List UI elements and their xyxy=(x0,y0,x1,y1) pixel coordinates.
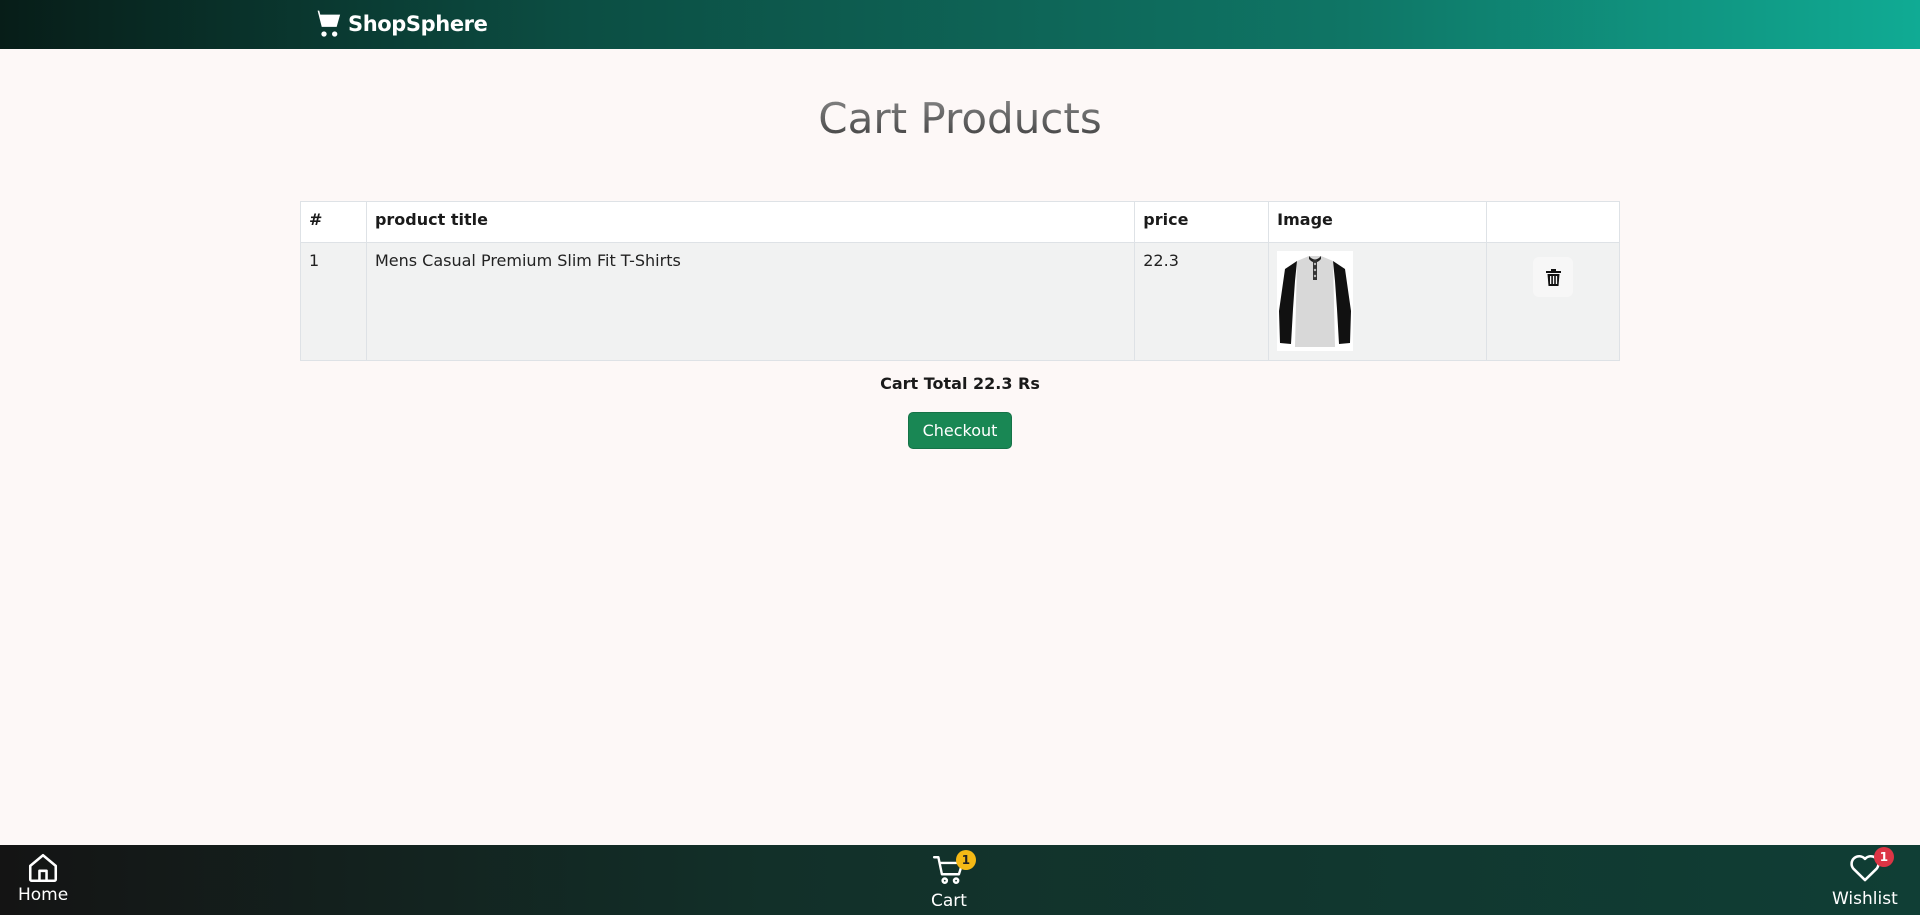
bottom-nav-home[interactable]: Home xyxy=(18,851,68,905)
delete-item-button[interactable] xyxy=(1533,257,1574,297)
wishlist-label: Wishlist xyxy=(1832,889,1898,909)
col-header-price: price xyxy=(1134,201,1270,243)
row-actions-cell xyxy=(1486,242,1620,361)
col-header-actions xyxy=(1486,201,1620,243)
page-title: Cart Products xyxy=(0,94,1920,143)
checkout-button[interactable]: Checkout xyxy=(908,412,1012,449)
bottom-navbar: Home 1 Cart 1 Wishlist xyxy=(0,845,1920,915)
bottom-nav-cart[interactable]: 1 Cart xyxy=(931,850,976,911)
row-index: 1 xyxy=(300,242,367,361)
home-icon xyxy=(29,853,58,883)
home-label: Home xyxy=(18,885,69,905)
product-thumbnail xyxy=(1277,251,1354,351)
table-header-row: # product title price Image xyxy=(300,201,1620,243)
cart-label: Cart xyxy=(931,891,967,911)
trash-icon xyxy=(1545,268,1561,286)
brand-link[interactable]: ShopSphere xyxy=(312,6,488,42)
brand-name: ShopSphere xyxy=(348,12,488,36)
cart-table: # product title price Image 1 Mens Casua… xyxy=(300,201,1620,361)
row-price: 22.3 xyxy=(1134,242,1270,361)
bottom-nav-wishlist[interactable]: 1 Wishlist xyxy=(1832,847,1898,909)
top-navbar: ShopSphere xyxy=(0,0,1920,49)
col-header-image: Image xyxy=(1268,201,1488,243)
cart-logo-icon xyxy=(313,10,341,37)
row-image-cell xyxy=(1268,242,1488,361)
table-row: 1 Mens Casual Premium Slim Fit T-Shirts … xyxy=(300,242,1620,361)
col-header-title: product title xyxy=(365,201,1136,243)
wishlist-count-badge: 1 xyxy=(1873,847,1894,867)
col-header-index: # xyxy=(300,201,367,243)
cart-count-badge: 1 xyxy=(955,850,976,870)
row-product-title: Mens Casual Premium Slim Fit T-Shirts xyxy=(365,242,1136,361)
cart-total: Cart Total 22.3 Rs xyxy=(880,374,1040,393)
